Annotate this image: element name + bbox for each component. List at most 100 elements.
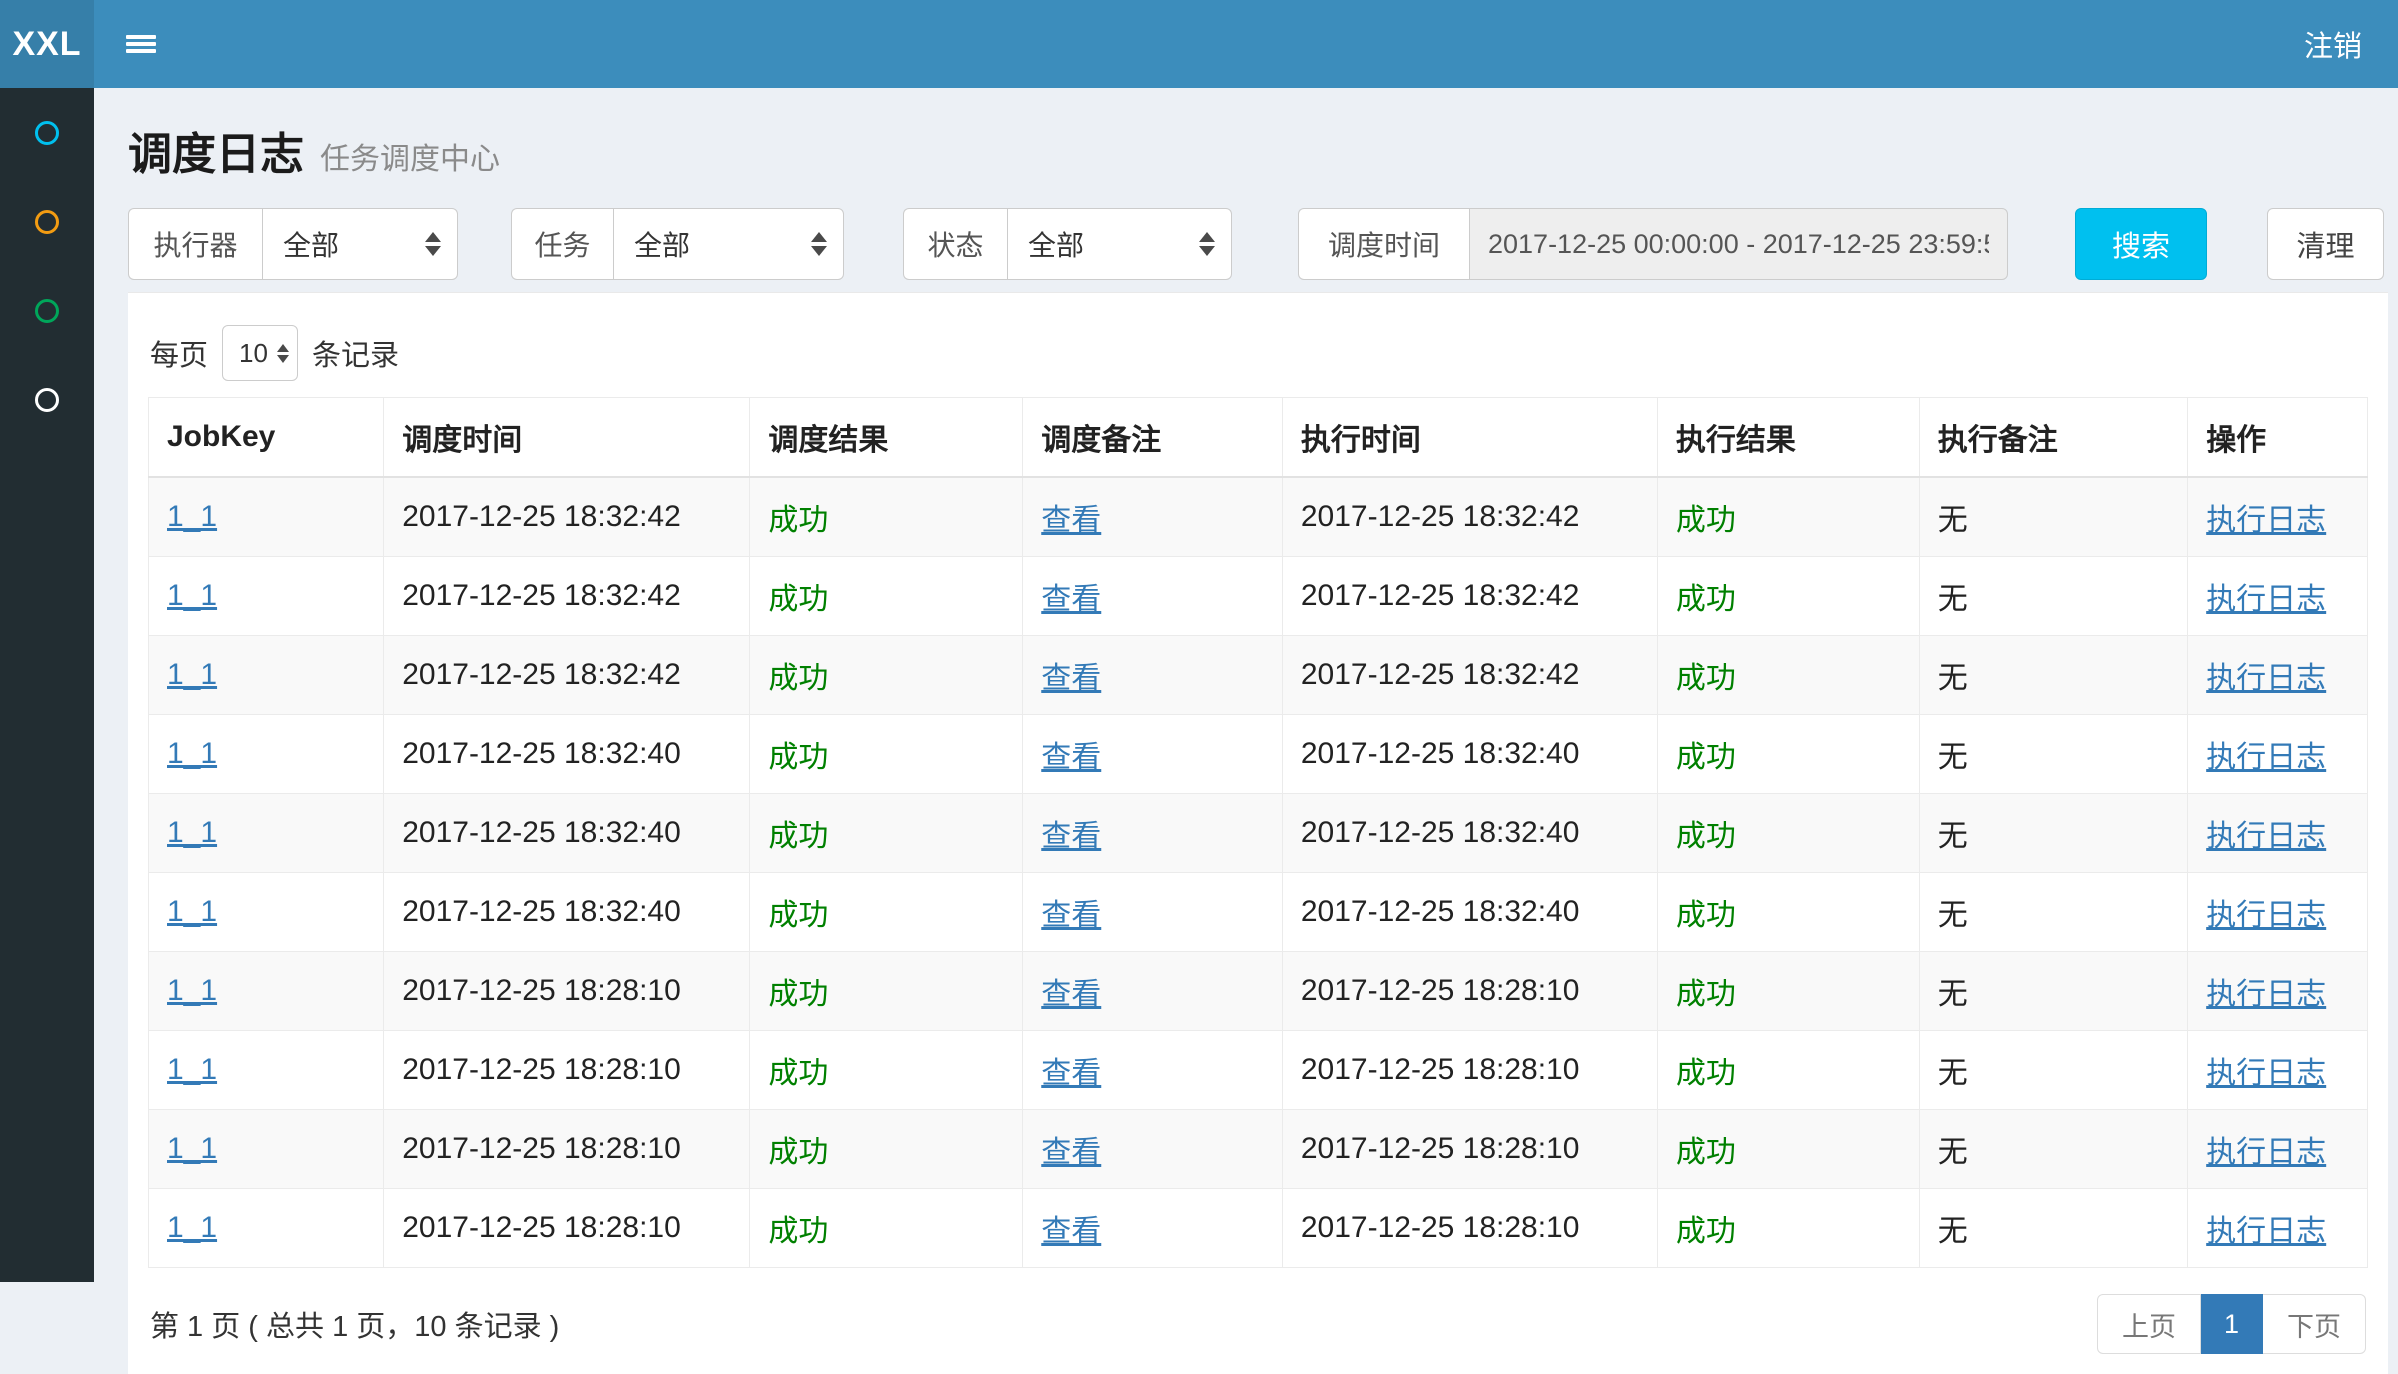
trigger-msg-cell: 查看 [1023, 1031, 1283, 1110]
exec-log-link[interactable]: 执行日志 [2206, 820, 2326, 853]
jobkey-link[interactable]: 1_1 [167, 895, 217, 928]
view-link[interactable]: 查看 [1041, 662, 1101, 695]
jobkey-cell: 1_1 [149, 557, 384, 636]
action-cell: 执行日志 [2188, 477, 2368, 557]
trigger-result-cell: 成功 [750, 557, 1023, 636]
exec-log-link[interactable]: 执行日志 [2206, 1057, 2326, 1090]
action-cell: 执行日志 [2188, 873, 2368, 952]
page-size-select[interactable]: 10 [222, 325, 298, 381]
trigger-time-cell: 2017-12-25 18:32:42 [384, 636, 750, 715]
next-page-button[interactable]: 下页 [2263, 1294, 2366, 1354]
clear-button[interactable]: 清理 [2267, 208, 2384, 280]
circle-outline-icon [35, 388, 59, 412]
view-link[interactable]: 查看 [1041, 741, 1101, 774]
filter-status: 状态 全部 [903, 208, 1232, 280]
exec-log-link[interactable]: 执行日志 [2206, 662, 2326, 695]
trigger-result-cell: 成功 [750, 636, 1023, 715]
trigger-time-cell: 2017-12-25 18:28:10 [384, 1031, 750, 1110]
executor-select[interactable]: 全部 [262, 208, 458, 280]
page-title: 调度日志 [128, 118, 304, 182]
view-link[interactable]: 查看 [1041, 1136, 1101, 1169]
trigger-time-cell: 2017-12-25 18:28:10 [384, 1110, 750, 1189]
exec-log-link[interactable]: 执行日志 [2206, 1136, 2326, 1169]
view-link[interactable]: 查看 [1041, 504, 1101, 537]
trigger-time-cell: 2017-12-25 18:28:10 [384, 1189, 750, 1268]
jobkey-cell: 1_1 [149, 1189, 384, 1268]
jobkey-link[interactable]: 1_1 [167, 1053, 217, 1086]
jobkey-link[interactable]: 1_1 [167, 658, 217, 691]
sidebar-item-2[interactable] [0, 177, 94, 266]
logo[interactable]: XXL [0, 0, 94, 88]
trigger-result-cell: 成功 [750, 794, 1023, 873]
exec-log-link[interactable]: 执行日志 [2206, 1215, 2326, 1248]
handle-result-cell: 成功 [1657, 1110, 1919, 1189]
action-cell: 执行日志 [2188, 1031, 2368, 1110]
status-select-value: 全部 [1028, 224, 1084, 264]
sidebar-item-3[interactable] [0, 266, 94, 355]
jobkey-cell: 1_1 [149, 636, 384, 715]
handle-result-cell: 成功 [1657, 557, 1919, 636]
handle-msg-cell: 无 [1919, 794, 2187, 873]
action-cell: 执行日志 [2188, 715, 2368, 794]
search-button[interactable]: 搜索 [2075, 208, 2207, 280]
jobkey-link[interactable]: 1_1 [167, 737, 217, 770]
trigger-msg-cell: 查看 [1023, 477, 1283, 557]
logout-button[interactable]: 注销 [2268, 0, 2398, 88]
trigger-result-cell: 成功 [750, 477, 1023, 557]
exec-log-link[interactable]: 执行日志 [2206, 978, 2326, 1011]
table-row: 1_1 2017-12-25 18:28:10 成功 查看 2017-12-25… [149, 1189, 2368, 1268]
handle-time-cell: 2017-12-25 18:32:42 [1282, 636, 1657, 715]
sidebar-item-1[interactable] [0, 88, 94, 177]
table-row: 1_1 2017-12-25 18:28:10 成功 查看 2017-12-25… [149, 952, 2368, 1031]
action-cell: 执行日志 [2188, 1189, 2368, 1268]
status-select[interactable]: 全部 [1007, 208, 1232, 280]
prev-page-button[interactable]: 上页 [2097, 1294, 2201, 1354]
filter-executor: 执行器 全部 [128, 208, 458, 280]
schedule-time-label: 调度时间 [1298, 208, 1469, 280]
exec-log-link[interactable]: 执行日志 [2206, 741, 2326, 774]
page-size-value: 10 [239, 338, 268, 369]
page-1-button[interactable]: 1 [2201, 1294, 2263, 1354]
handle-msg-cell: 无 [1919, 1110, 2187, 1189]
schedule-time-input[interactable] [1469, 208, 2008, 280]
jobkey-link[interactable]: 1_1 [167, 500, 217, 533]
sidebar-toggle-button[interactable] [94, 0, 188, 88]
job-select[interactable]: 全部 [613, 208, 844, 280]
sidebar-item-4[interactable] [0, 355, 94, 444]
handle-time-cell: 2017-12-25 18:32:42 [1282, 557, 1657, 636]
table-row: 1_1 2017-12-25 18:32:42 成功 查看 2017-12-25… [149, 557, 2368, 636]
table-footer: 第 1 页 ( 总共 1 页，10 条记录 ) 上页 1 下页 [148, 1268, 2368, 1374]
trigger-result-cell: 成功 [750, 873, 1023, 952]
circle-outline-icon [35, 210, 59, 234]
view-link[interactable]: 查看 [1041, 820, 1101, 853]
table-row: 1_1 2017-12-25 18:32:40 成功 查看 2017-12-25… [149, 873, 2368, 952]
exec-log-link[interactable]: 执行日志 [2206, 583, 2326, 616]
jobkey-link[interactable]: 1_1 [167, 1211, 217, 1244]
handle-time-cell: 2017-12-25 18:32:40 [1282, 873, 1657, 952]
view-link[interactable]: 查看 [1041, 899, 1101, 932]
table-row: 1_1 2017-12-25 18:32:40 成功 查看 2017-12-25… [149, 794, 2368, 873]
jobkey-link[interactable]: 1_1 [167, 974, 217, 1007]
top-navbar: XXL 注销 [0, 0, 2398, 88]
filter-bar: 执行器 全部 任务 全部 状态 全部 调度时间 搜索 清理 [128, 208, 2388, 280]
jobkey-cell: 1_1 [149, 715, 384, 794]
handle-time-cell: 2017-12-25 18:28:10 [1282, 1189, 1657, 1268]
log-table: JobKey 调度时间 调度结果 调度备注 执行时间 执行结果 执行备注 操作 … [148, 397, 2368, 1268]
action-cell: 执行日志 [2188, 1110, 2368, 1189]
trigger-msg-cell: 查看 [1023, 715, 1283, 794]
table-header-row: JobKey 调度时间 调度结果 调度备注 执行时间 执行结果 执行备注 操作 [149, 398, 2368, 478]
jobkey-link[interactable]: 1_1 [167, 579, 217, 612]
view-link[interactable]: 查看 [1041, 978, 1101, 1011]
view-link[interactable]: 查看 [1041, 583, 1101, 616]
handle-msg-cell: 无 [1919, 715, 2187, 794]
handle-result-cell: 成功 [1657, 636, 1919, 715]
content-header: 调度日志 任务调度中心 [94, 88, 2398, 208]
view-link[interactable]: 查看 [1041, 1057, 1101, 1090]
filter-job: 任务 全部 [511, 208, 844, 280]
jobkey-link[interactable]: 1_1 [167, 816, 217, 849]
jobkey-link[interactable]: 1_1 [167, 1132, 217, 1165]
handle-time-cell: 2017-12-25 18:32:42 [1282, 477, 1657, 557]
exec-log-link[interactable]: 执行日志 [2206, 899, 2326, 932]
view-link[interactable]: 查看 [1041, 1215, 1101, 1248]
exec-log-link[interactable]: 执行日志 [2206, 504, 2326, 537]
